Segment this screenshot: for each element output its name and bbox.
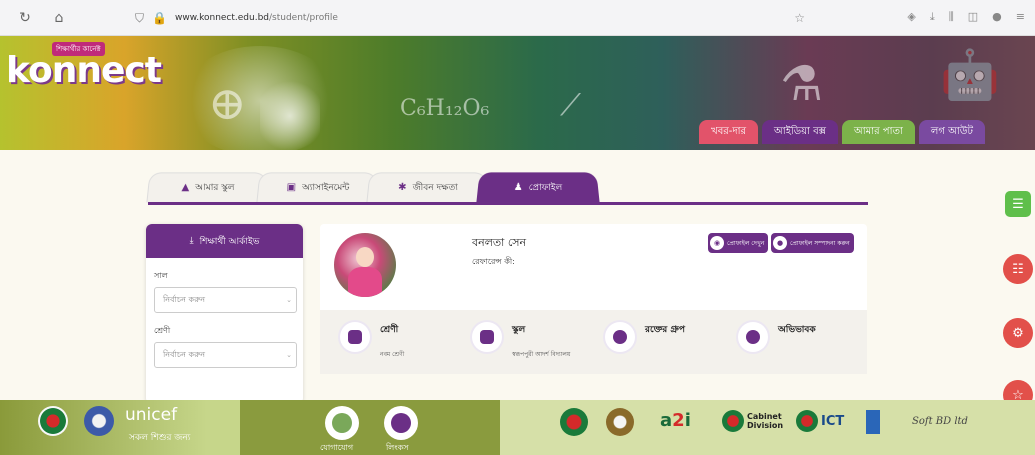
class-select[interactable]: নির্বাচন করুন ⌄ <box>154 342 297 368</box>
bookmark-star-icon[interactable]: ☆ <box>794 11 805 25</box>
school-icon: ▲ <box>181 182 189 193</box>
info-school: স্কুল স্বরূপপুরী আদর্শ বিদ্যালয় <box>472 322 570 360</box>
pocket-icon[interactable]: ◈ <box>907 10 915 24</box>
top-nav: খবর-দার আইডিয়া বক্স আমার পাতা লগ আউট <box>699 120 985 144</box>
avatar <box>334 233 396 297</box>
browser-actions: ◈ ⤓ ⫼ ◫ ● ≡ <box>907 10 1025 24</box>
unicef-logo: unicef <box>125 405 177 425</box>
home-icon[interactable]: ⌂ <box>50 10 68 26</box>
share-icon[interactable]: ⚙ <box>1003 318 1033 348</box>
download-icon: ⤓ <box>190 236 194 246</box>
eye-icon: ◉ <box>710 236 724 250</box>
address-bar[interactable]: ⛉ 🔒 www.konnect.edu.bd /student/profile … <box>135 8 825 28</box>
student-archive-panel: ⤓ শিক্ষার্থী আর্কাইভ সাল নির্বাচন করুন ⌄… <box>146 224 303 404</box>
ministry-seal-icon <box>84 406 114 436</box>
tab-assignment[interactable]: ▣ অ্যাসাইনমেন্ট <box>256 172 379 202</box>
year-label: সাল <box>154 270 303 283</box>
school-building-icon <box>472 322 502 352</box>
menu-icon[interactable]: ≡ <box>1016 10 1025 24</box>
archive-header[interactable]: ⤓ শিক্ষার্থী আর্কাইভ <box>146 224 303 258</box>
chevron-down-icon: ⌄ <box>286 351 292 359</box>
main-tabs: ▲ আমার স্কুল ▣ অ্যাসাইনমেন্ট ✱ জীবন দক্ষতা … <box>148 172 588 202</box>
graph-decoration: ⟋ <box>560 88 581 123</box>
contact-icon[interactable] <box>325 406 359 440</box>
bd-govt-logo <box>560 408 588 436</box>
partner-seal-logo <box>606 408 634 436</box>
life-skill-icon: ✱ <box>398 182 407 193</box>
reference-key: রেফারেন্স কী: <box>472 256 515 269</box>
a2i-logo: a2i <box>660 410 691 431</box>
assignment-icon: ▣ <box>286 182 296 193</box>
view-profile-button[interactable]: ◉ প্রোফাইল দেখুন <box>708 233 768 253</box>
globe-decoration: ⊕ <box>208 76 247 130</box>
govt-seal-icon <box>38 406 68 436</box>
list-icon[interactable]: ☷ <box>1003 254 1033 284</box>
extension-icon[interactable]: ● <box>992 10 1002 24</box>
tab-profile[interactable]: ♟ প্রোফাইল <box>476 172 599 202</box>
family-icon <box>738 322 768 352</box>
library-icon[interactable]: ⫼ <box>949 10 954 24</box>
links-label[interactable]: লিংকস <box>386 442 409 455</box>
softbd-logo: Soft BD ltd <box>912 416 968 427</box>
year-select[interactable]: নির্বাচন করুন ⌄ <box>154 287 297 313</box>
konnect-logo[interactable]: konnect <box>6 50 161 91</box>
links-icon[interactable] <box>384 406 418 440</box>
robot-decoration: 🤖 <box>940 46 1000 103</box>
formula-decoration: C₆H₁₂O₆ <box>400 96 489 121</box>
nav-my-page[interactable]: আমার পাতা <box>842 120 915 144</box>
lock-icon: 🔒 <box>152 11 167 25</box>
url-path: /student/profile <box>269 13 338 23</box>
profile-icon: ♟ <box>513 182 522 193</box>
shield-icon: ⛉ <box>135 11 144 26</box>
nav-idea-box[interactable]: আইডিয়া বক্স <box>762 120 838 144</box>
info-class: শ্রেণী নবম শ্রেণী <box>340 322 404 360</box>
tabs-underline <box>148 202 868 205</box>
ict-division-logo: ICT <box>796 410 844 432</box>
chat-icon[interactable]: ☰ <box>1005 191 1031 217</box>
nav-logout[interactable]: লগ আউট <box>919 120 985 144</box>
undp-logo <box>866 410 880 434</box>
sidebar-icon[interactable]: ◫ <box>968 10 978 24</box>
tab-my-school[interactable]: ▲ আমার স্কুল <box>146 172 269 202</box>
url-host: www.konnect.edu.bd <box>175 13 269 23</box>
unicef-tagline: সকল শিশুর জন্য <box>129 430 190 445</box>
contact-label[interactable]: যোগাযোগ <box>320 442 353 455</box>
student-name: বনলতা সেন <box>472 234 526 253</box>
info-blood-group: রক্তের গ্রুপ <box>605 322 685 352</box>
blood-drop-icon <box>605 322 635 352</box>
tab-life-skill[interactable]: ✱ জীবন দক্ষতা <box>366 172 489 202</box>
book-icon <box>340 322 370 352</box>
download-icon[interactable]: ⤓ <box>930 10 935 24</box>
chevron-down-icon: ⌄ <box>286 296 292 304</box>
class-label: শ্রেণী <box>154 325 303 338</box>
info-guardian: অভিভাবক <box>738 322 816 352</box>
lab-glass-decoration: ⚗ <box>780 56 823 112</box>
browser-toolbar: ↻ ⌂ ⛉ 🔒 www.konnect.edu.bd /student/prof… <box>0 0 1035 36</box>
user-edit-icon: ● <box>773 236 787 250</box>
reload-icon[interactable]: ↻ <box>16 10 34 26</box>
nav-news[interactable]: খবর-দার <box>699 120 758 144</box>
cabinet-division-logo: Cabinet Division <box>722 410 783 432</box>
edit-profile-button[interactable]: ● প্রোফাইল সম্পাদনা করুন <box>771 233 854 253</box>
